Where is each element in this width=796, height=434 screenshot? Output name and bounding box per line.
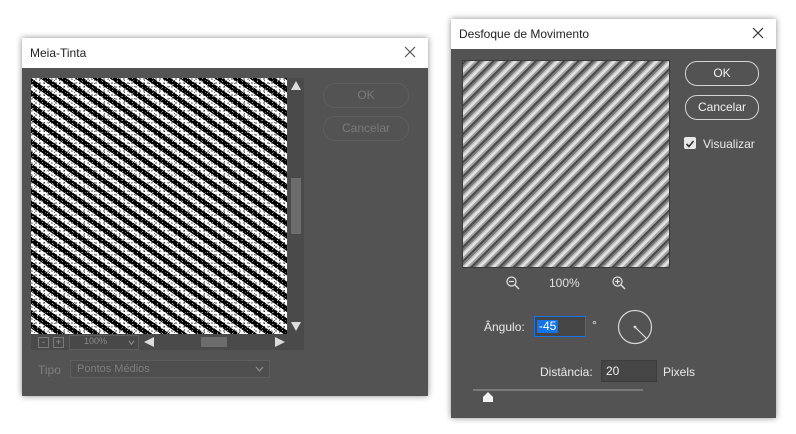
zoom-out-button[interactable]: - xyxy=(38,337,49,348)
minus-icon: - xyxy=(42,337,45,347)
dialog-title: Meia-Tinta xyxy=(30,46,87,60)
degree-symbol: ° xyxy=(592,318,597,332)
zoom-level: 100% xyxy=(549,276,580,290)
close-icon[interactable] xyxy=(400,42,420,62)
type-select-value: Pontos Médios xyxy=(77,363,150,375)
zoom-out-icon[interactable] xyxy=(505,275,521,291)
halftone-preview[interactable] xyxy=(31,78,287,334)
cancel-button[interactable]: Cancelar xyxy=(323,116,409,141)
angle-dial[interactable] xyxy=(617,309,653,345)
distance-value: 20 xyxy=(606,364,620,378)
zoom-in-button[interactable]: + xyxy=(53,337,64,348)
horizontal-scroll-thumb[interactable] xyxy=(201,337,227,347)
motion-blur-preview[interactable] xyxy=(462,60,670,268)
close-icon[interactable] xyxy=(748,23,768,43)
distance-input[interactable]: 20 xyxy=(601,360,657,382)
angle-input[interactable]: -45 xyxy=(534,316,586,337)
motion-blur-dialog: Desfoque de Movimento 100% OK Cancelar V… xyxy=(451,19,776,418)
ok-button[interactable]: OK xyxy=(323,83,409,108)
distance-label: Distância: xyxy=(540,365,593,379)
scroll-up-icon[interactable] xyxy=(290,80,302,92)
angle-value: -45 xyxy=(537,319,559,333)
checkmark-icon xyxy=(685,140,695,148)
distance-unit: Pixels xyxy=(663,365,696,379)
ok-button[interactable]: OK xyxy=(685,61,759,86)
zoom-in-icon[interactable] xyxy=(611,275,627,291)
plus-icon: + xyxy=(55,337,62,347)
scroll-left-icon[interactable] xyxy=(143,336,155,348)
cancel-button[interactable]: Cancelar xyxy=(685,95,759,120)
type-label: Tipo xyxy=(38,363,61,377)
zoom-select[interactable]: 100% xyxy=(69,335,139,350)
type-select[interactable]: Pontos Médios xyxy=(70,360,270,378)
angle-label: Ângulo: xyxy=(484,320,525,334)
scroll-right-icon[interactable] xyxy=(274,336,286,348)
vertical-scroll-thumb[interactable] xyxy=(291,178,301,234)
chevron-down-icon xyxy=(128,340,135,346)
preview-checkbox-label: Visualizar xyxy=(703,137,755,151)
preview-vertical-scrollbar[interactable] xyxy=(288,78,304,334)
preview-bottom-bar: - + 100% xyxy=(31,334,304,350)
dialog-title: Desfoque de Movimento xyxy=(459,27,590,41)
motion-blur-titlebar: Desfoque de Movimento xyxy=(451,19,776,49)
halftone-titlebar: Meia-Tinta xyxy=(22,38,428,68)
chevron-down-icon xyxy=(255,366,264,372)
distance-slider[interactable] xyxy=(473,389,643,403)
zoom-level: 100% xyxy=(84,336,108,346)
preview-checkbox[interactable] xyxy=(684,137,696,149)
halftone-dialog: Meia-Tinta - + 100% OK Cancelar Tipo Pon… xyxy=(22,38,428,396)
scroll-down-icon[interactable] xyxy=(290,320,302,332)
slider-thumb[interactable] xyxy=(483,392,494,402)
slider-track xyxy=(473,389,643,391)
